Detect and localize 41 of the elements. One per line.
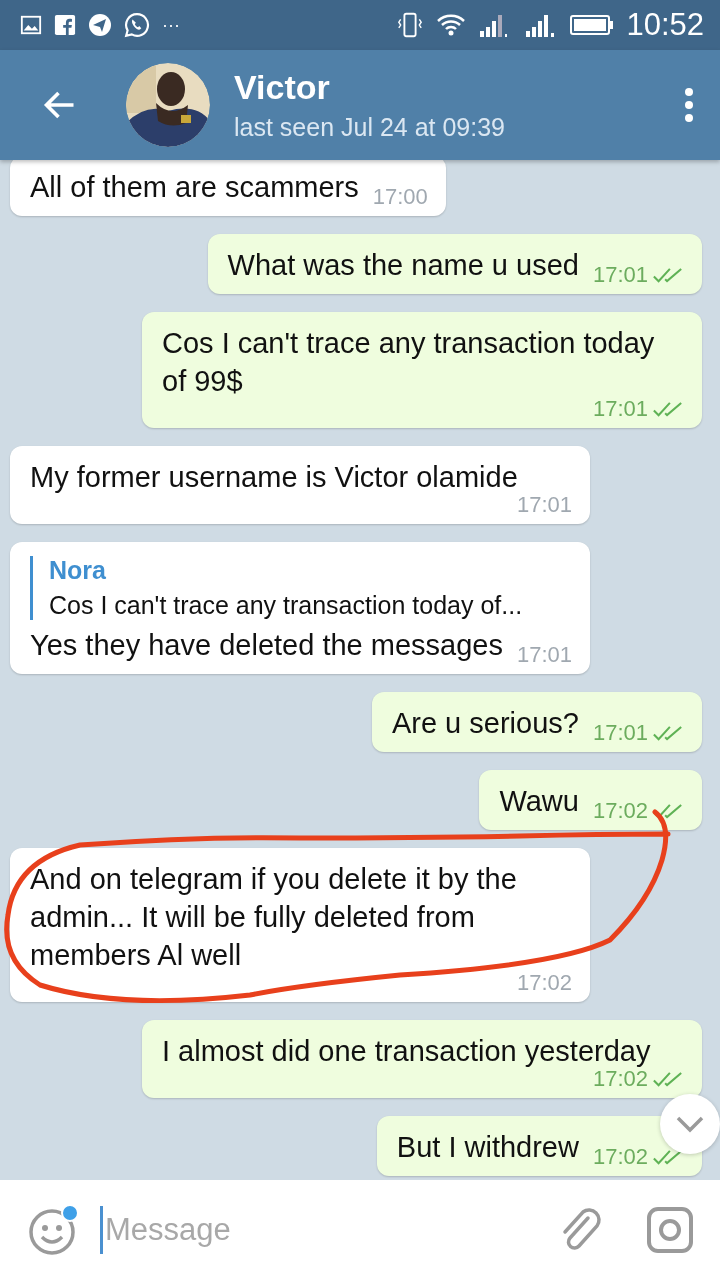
scroll-down-button[interactable] (660, 1094, 720, 1154)
message-text: Cos I can't trace any transaction today of 99$ (162, 326, 656, 399)
contact-name: Victor (234, 68, 331, 107)
last-seen-status: last seen Jul 24 at 09:39 (234, 113, 507, 142)
more-notifications-text: ··· (162, 14, 180, 36)
message-text: My former username is Victor olamide (30, 460, 518, 495)
message-time: 17:02 (592, 1144, 648, 1170)
vibrate-icon (396, 11, 425, 39)
image-icon (20, 14, 42, 36)
message-text: Yes they have deleted the messages (30, 628, 503, 663)
message-text: And on telegram if you delete it by the admin... It will be fully deleted from members Al well (30, 862, 518, 973)
facebook-icon (54, 14, 76, 36)
phone-bubble-icon (124, 12, 150, 38)
paper-plane-icon (88, 13, 112, 37)
camera-icon (646, 1206, 694, 1254)
emoji-button[interactable] (28, 1204, 80, 1256)
message-time: 17:01 (592, 720, 648, 746)
clock-time: 10:52 (626, 7, 704, 43)
message-text: I almost did one transaction yesterday (162, 1034, 651, 1069)
chevron-down-icon (675, 1114, 705, 1134)
message-input[interactable]: Message (100, 1206, 538, 1254)
message-text: All of them are scammers (30, 170, 359, 205)
message-time: 17:02 (516, 970, 572, 996)
message-time: 17:01 (516, 492, 572, 518)
reply-text: Cos I can't trace any transaction today of... (49, 591, 524, 620)
message-time: 17:01 (592, 262, 648, 288)
message-time: 17:00 (372, 184, 428, 210)
message-time: 17:01 (592, 396, 648, 422)
message-time: 17:02 (592, 1066, 648, 1092)
message-text: But I withdrew (396, 1130, 579, 1165)
menu-icon (684, 87, 694, 123)
message-text: Wawu (499, 784, 579, 819)
smiley-icon (28, 1204, 80, 1256)
camera-button[interactable] (646, 1206, 694, 1254)
message-text: What was the name u used (227, 248, 579, 283)
message-time: 17:02 (592, 798, 648, 824)
message-text: Are u serious? (391, 706, 579, 741)
battery-icon (570, 14, 615, 36)
reply-author: Nora (49, 556, 107, 585)
wifi-icon (436, 13, 467, 37)
message-time: 17:01 (516, 642, 572, 668)
